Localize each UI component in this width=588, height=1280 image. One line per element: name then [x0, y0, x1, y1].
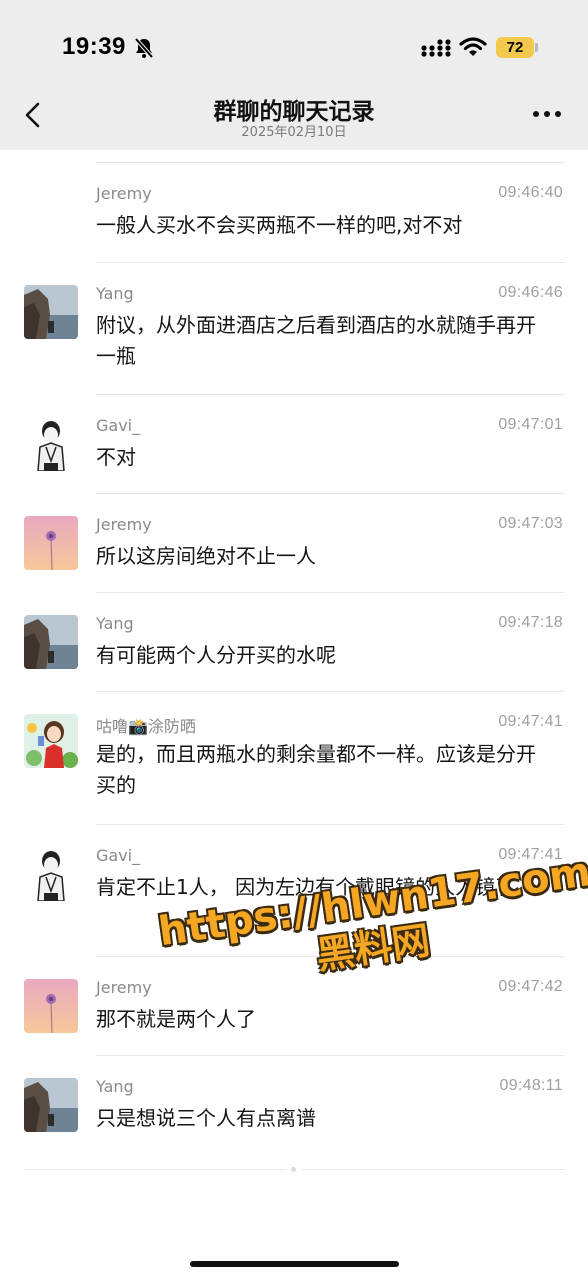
message-time: 09:47:01 — [498, 416, 563, 433]
status-time: 19:39 — [62, 33, 126, 60]
sender-name: Gavi_ — [96, 846, 141, 865]
divider — [96, 824, 564, 825]
message-time: 09:47:18 — [498, 614, 563, 631]
man-sketch-avatar[interactable] — [24, 847, 78, 901]
sender-name: Jeremy — [96, 184, 152, 203]
divider — [96, 691, 564, 692]
sender-name: Yang — [96, 1077, 134, 1096]
message-time: 09:47:42 — [498, 978, 563, 995]
end-divider — [302, 1169, 564, 1170]
message-time: 09:46:40 — [498, 184, 563, 201]
divider — [96, 394, 564, 395]
message-time: 09:47:03 — [498, 515, 563, 532]
sender-name: Yang — [96, 614, 134, 633]
divider — [96, 592, 564, 593]
message-time: 09:48:11 — [499, 1077, 563, 1094]
message-text: 是的，而且两瓶水的剩余量都不一样。应该是分开买的 — [96, 742, 536, 797]
message-text: 那不就是两个人了 — [96, 1007, 256, 1031]
message-time: 09:46:46 — [498, 284, 563, 301]
divider — [96, 1055, 564, 1056]
battery-indicator: 72 — [496, 37, 534, 58]
message-time: 09:47:41 — [498, 713, 563, 730]
battery-cap — [535, 43, 538, 52]
sender-name: Jeremy — [96, 515, 152, 534]
sender-name: Gavi_ — [96, 416, 141, 435]
divider — [96, 493, 564, 494]
signal-icon — [421, 39, 451, 57]
message-text: 只是想说三个人有点离谱 — [96, 1106, 316, 1130]
end-divider — [24, 1169, 286, 1170]
message-text: 一般人买水不会买两瓶不一样的吧,对不对 — [96, 213, 463, 237]
message-text: 有可能两个人分开买的水呢 — [96, 643, 336, 667]
wifi-icon — [459, 37, 487, 56]
home-indicator[interactable] — [190, 1261, 399, 1267]
bell-muted-icon — [134, 37, 154, 59]
cartoon-girl-avatar[interactable] — [24, 714, 78, 768]
coast-photo-avatar[interactable] — [24, 285, 78, 339]
message-text: 附议，从外面进酒店之后看到酒店的水就随手再开一瓶 — [96, 313, 536, 368]
end-dot — [291, 1167, 296, 1172]
chat-date: 2025年02月10日 — [241, 125, 347, 140]
coast-photo-avatar[interactable] — [24, 615, 78, 669]
message-text: 不对 — [96, 445, 136, 469]
message-text: 所以这房间绝对不止一人 — [96, 544, 316, 568]
divider — [96, 262, 564, 263]
coast-photo-avatar[interactable] — [24, 1078, 78, 1132]
sender-name: 咕噜📸涂防晒 — [96, 717, 196, 736]
man-sketch-avatar[interactable] — [24, 417, 78, 471]
flower-gradient-avatar[interactable] — [24, 979, 78, 1033]
sender-name: Jeremy — [96, 978, 152, 997]
flower-gradient-avatar[interactable] — [24, 516, 78, 570]
more-options-icon[interactable] — [530, 104, 564, 124]
sender-name: Yang — [96, 284, 134, 303]
divider — [96, 162, 564, 163]
